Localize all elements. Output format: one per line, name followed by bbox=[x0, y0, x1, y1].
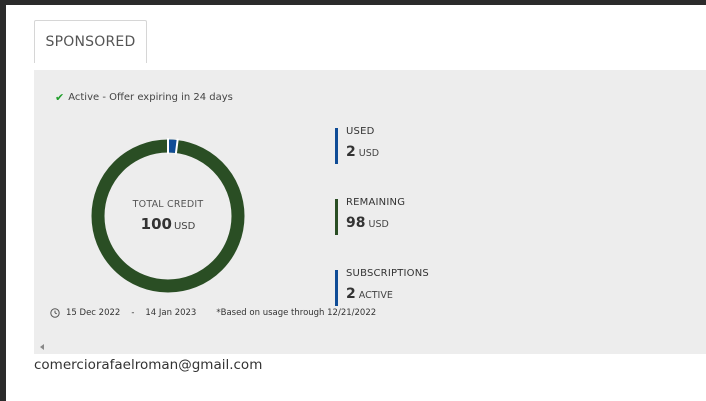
metric-used-label: USED bbox=[346, 126, 375, 137]
usage-note: *Based on usage through 12/21/2022 bbox=[216, 308, 377, 318]
billing-period: 15 Dec 2022 - 14 Jan 2023 *Based on usag… bbox=[50, 308, 376, 318]
scroll-left-icon[interactable] bbox=[40, 344, 44, 350]
tab-sponsored[interactable]: SPONSORED bbox=[34, 20, 147, 63]
total-credit-value: 100 USD bbox=[141, 215, 196, 233]
metric-subscriptions-value: 2 ACTIVE bbox=[346, 286, 495, 304]
window-frame: SPONSORED ✔ Active - Offer expiring in 2… bbox=[6, 5, 706, 401]
period-separator: - bbox=[131, 308, 135, 318]
metric-remaining-value: 98 USD bbox=[346, 215, 495, 233]
metric-used-value: 2 USD bbox=[346, 144, 495, 162]
clock-icon bbox=[50, 308, 60, 318]
total-credit-label: TOTAL CREDIT bbox=[132, 199, 204, 210]
metric-subscriptions: SUBSCRIPTIONS 2 ACTIVE bbox=[335, 268, 495, 306]
period-end: 14 Jan 2023 bbox=[145, 308, 197, 318]
total-credit-amount: 100 bbox=[140, 215, 172, 233]
metric-subscriptions-amount: 2 bbox=[346, 286, 356, 302]
donut-center: TOTAL CREDIT 100 USD bbox=[88, 136, 248, 296]
metric-subscriptions-unit: ACTIVE bbox=[358, 290, 393, 301]
status-line: ✔ Active - Offer expiring in 24 days bbox=[55, 91, 233, 104]
metric-used-amount: 2 bbox=[346, 144, 356, 160]
metric-used-unit: USD bbox=[358, 148, 380, 159]
checkmark-icon: ✔ bbox=[55, 91, 65, 104]
account-email: comerciorafaelroman@gmail.com bbox=[34, 357, 263, 373]
metric-remaining-label: REMAINING bbox=[346, 197, 406, 208]
total-credit-unit: USD bbox=[173, 221, 196, 232]
metric-remaining-unit: USD bbox=[368, 219, 389, 230]
metric-used: USED 2 USD bbox=[335, 126, 495, 164]
metric-subscriptions-label: SUBSCRIPTIONS bbox=[346, 268, 429, 279]
metric-remaining: REMAINING 98 USD bbox=[335, 197, 495, 235]
credit-panel: ✔ Active - Offer expiring in 24 days TOT… bbox=[34, 70, 706, 354]
metric-remaining-amount: 98 bbox=[346, 215, 366, 231]
status-text: Active - Offer expiring in 24 days bbox=[68, 92, 233, 103]
period-start: 15 Dec 2022 bbox=[66, 308, 121, 318]
